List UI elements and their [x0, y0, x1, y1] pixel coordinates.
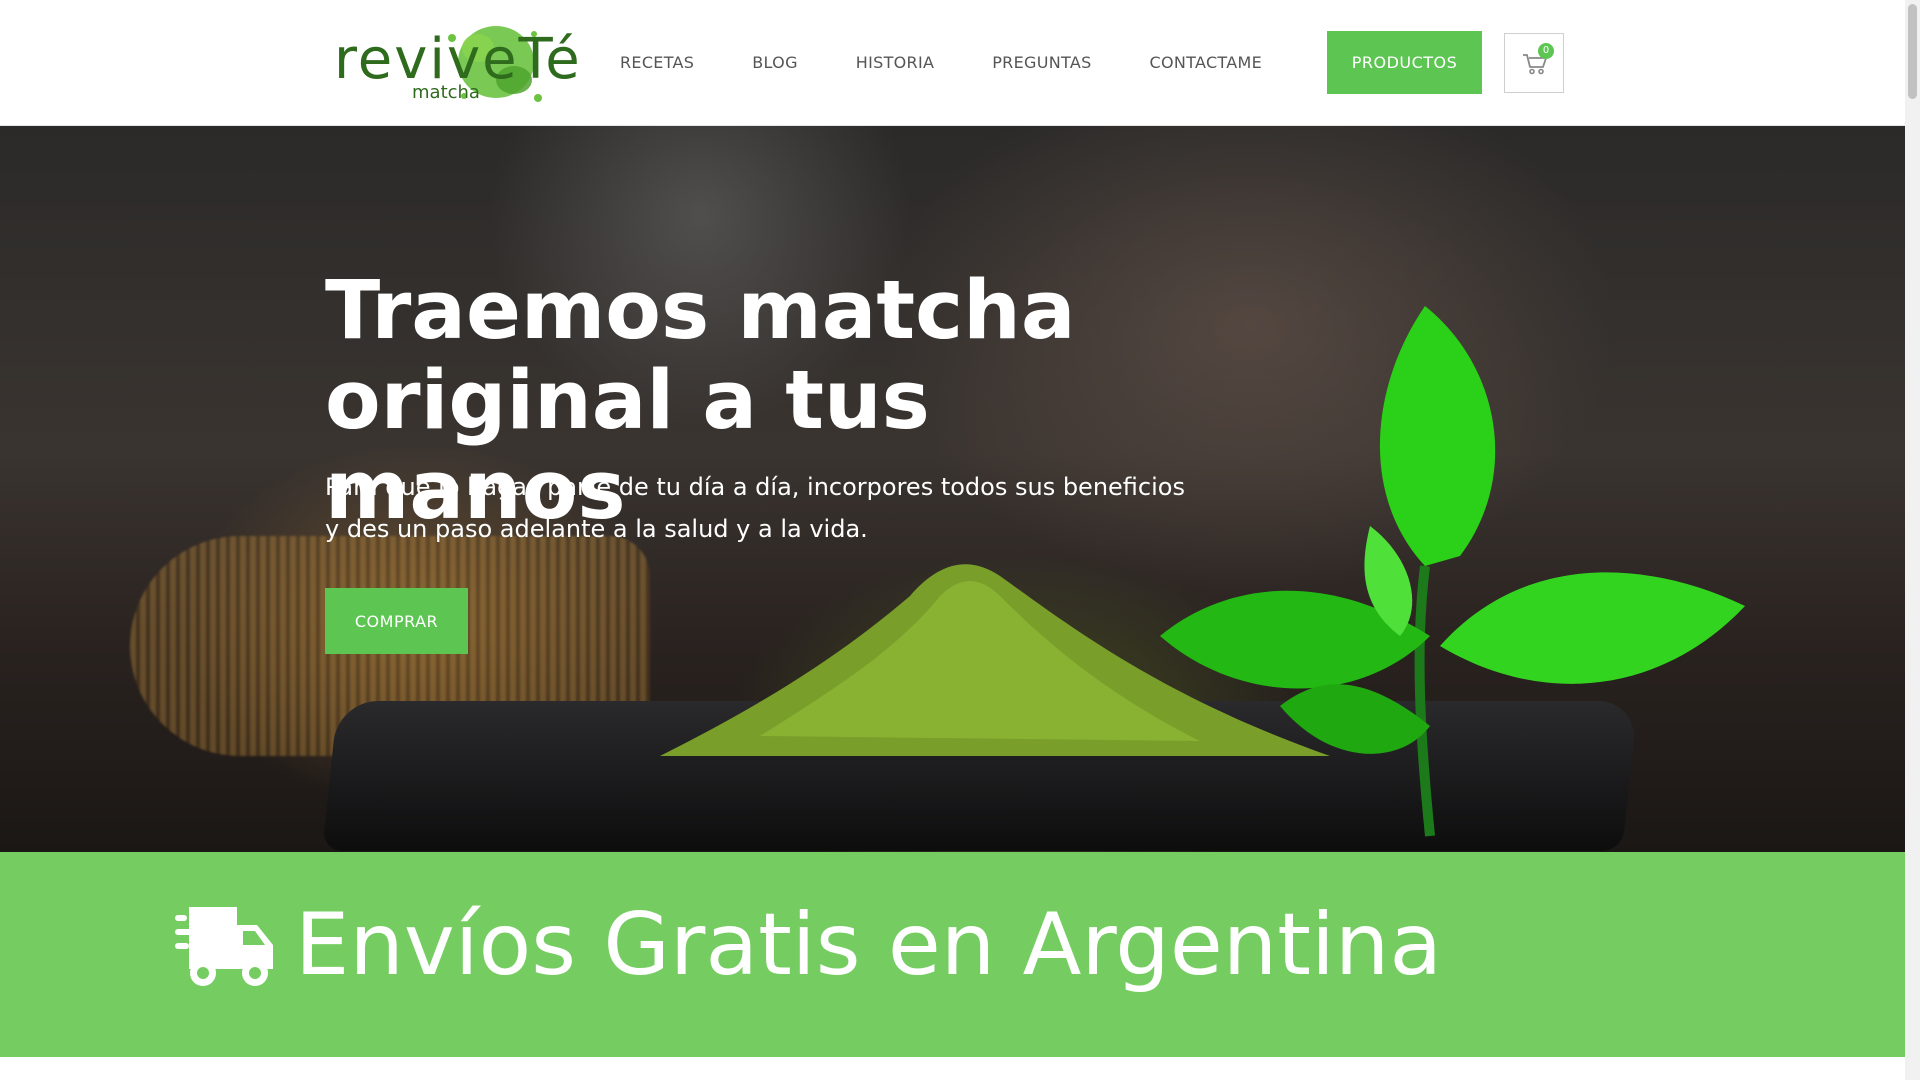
truck-icon: [175, 907, 273, 986]
shipping-headline: Envíos Gratis en Argentina: [295, 895, 1443, 995]
logo-subtitle: matcha: [412, 82, 480, 103]
comprar-button[interactable]: COMPRAR: [325, 588, 468, 654]
scrollbar-thumb[interactable]: [1908, 4, 1917, 99]
hero-subtitle-line-1: Para que lo hagas parte de tu día a día,…: [325, 473, 1185, 501]
nav-item-blog[interactable]: BLOG: [752, 50, 798, 76]
brand-logo[interactable]: reviveTé matcha: [334, 18, 580, 108]
hero-subtitle: Para que lo hagas parte de tu día a día,…: [325, 466, 1225, 550]
site-header: reviveTé matcha RECETAS BLOG HISTORIA PR…: [0, 0, 1905, 126]
tea-leaves-image: [1160, 306, 1745, 837]
nav-item-contactame[interactable]: CONTACTAME: [1150, 50, 1263, 76]
hero-section: Traemos matcha original a tus manos Para…: [0, 126, 1905, 852]
hero-title-line-1: Traemos matcha: [325, 264, 1076, 358]
cart-count-badge: 0: [1538, 43, 1554, 59]
page-scrollbar[interactable]: [1905, 0, 1920, 1080]
nav-item-preguntas[interactable]: PREGUNTAS: [992, 50, 1091, 76]
free-shipping-banner: Envíos Gratis en Argentina: [0, 852, 1905, 1057]
main-navigation: RECETAS BLOG HISTORIA PREGUNTAS CONTACTA…: [620, 50, 1320, 76]
hero-subtitle-line-2: y des un paso adelante a la salud y a la…: [325, 515, 868, 543]
cart-button[interactable]: 0: [1504, 33, 1564, 93]
logo-wordmark: reviveTé: [334, 27, 582, 92]
nav-item-recetas[interactable]: RECETAS: [620, 50, 694, 76]
productos-button[interactable]: PRODUCTOS: [1327, 31, 1482, 94]
nav-item-historia[interactable]: HISTORIA: [856, 50, 934, 76]
